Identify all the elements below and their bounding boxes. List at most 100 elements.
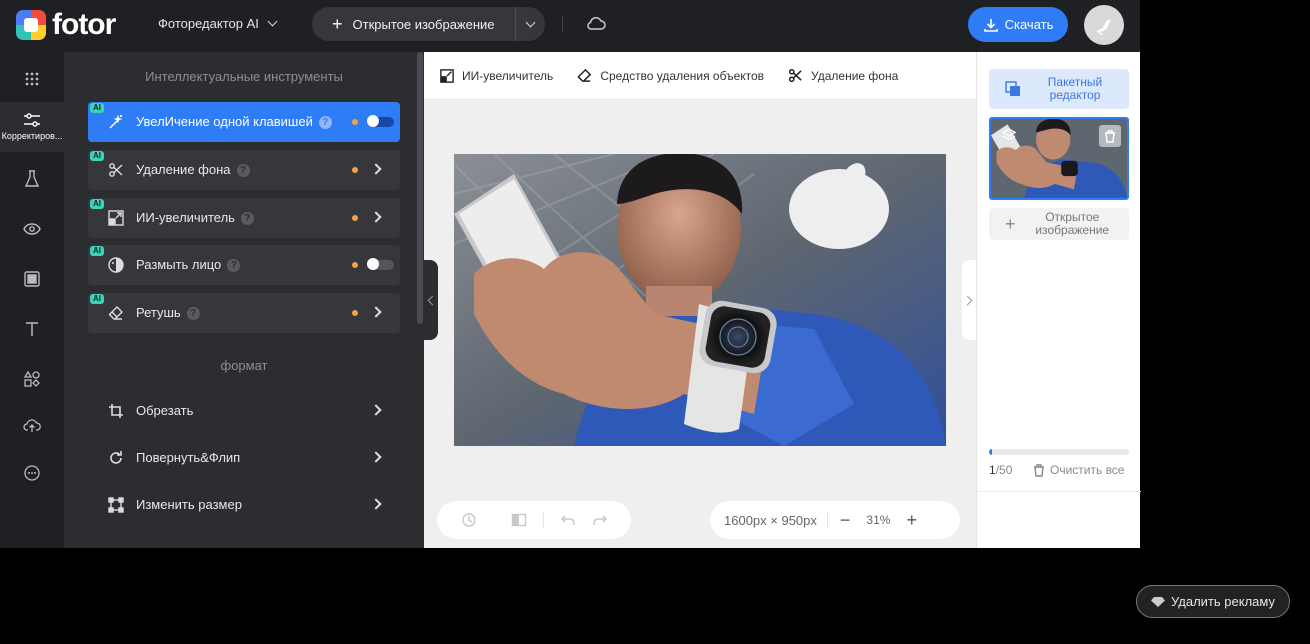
rail-effects[interactable] [0,154,64,204]
tool-ai-enlarger[interactable]: AI ИИ-увеличитель? [88,198,400,238]
open-image-button[interactable]: + Открытое изображение [312,7,516,41]
photo-image [454,154,946,446]
rail-more[interactable] [0,448,64,498]
chevron-right-icon [370,306,382,318]
panel-scrollbar[interactable] [417,52,423,324]
image-thumbnail[interactable] [989,117,1129,200]
format-crop[interactable]: Обрезать [88,391,400,431]
eraser-icon [108,306,123,320]
scissors-icon [109,163,123,177]
logo-text: fotor [52,8,116,41]
crop-icon [109,404,123,418]
tool-panel: Интеллектуальные инструменты AI УвелИчен… [64,52,424,548]
ai-badge: AI [90,294,104,304]
image-count: 1/50 [989,463,1013,477]
zoom-level[interactable]: 31% [866,513,890,527]
tool-one-click-enhance[interactable]: AI УвелИчение одной клавишей? [88,102,400,142]
zoom-controls: 1600px × 950px − 31% + [710,501,960,539]
text-icon [26,322,38,336]
layers-icon[interactable] [999,125,1019,145]
fotor-logo[interactable]: fotor [16,8,116,41]
rail-beauty[interactable] [0,204,64,254]
editor-menu-label: Фоторедактор AI [158,16,259,31]
toolbar-label: Средство удаления объектов [600,68,765,83]
status-dot [352,310,358,316]
divider [826,511,828,529]
tool-blur-face[interactable]: AI Размыть лицо? [88,245,400,285]
rail-adjust[interactable]: Корректиров... [0,102,64,152]
frame-icon [24,271,40,287]
chevron-left-icon [427,295,438,305]
rail-apps[interactable] [0,54,64,104]
tool-retouch[interactable]: AI Ретушь? [88,293,400,333]
fotor-logo-mark [16,10,46,40]
image-size: 1600px × 950px [724,512,817,528]
collapse-panel-tab[interactable] [424,260,438,340]
plus-icon: + [1005,213,1016,234]
undo-icon[interactable] [560,512,576,528]
rail-uploads[interactable] [0,400,64,450]
open-image-dropdown[interactable] [516,17,545,27]
add-image-button[interactable]: + Открытое изображение [989,208,1129,240]
download-icon [983,18,998,32]
help-icon[interactable]: ? [227,259,241,272]
flask-icon [25,170,39,187]
tool-label: Удаление фона? [136,162,250,177]
toggle-switch[interactable] [367,115,394,127]
help-icon[interactable]: ? [240,212,254,225]
add-image-label: Открытое изображение [1035,210,1110,237]
format-label: Повернуть&Флип [136,450,241,465]
zoom-out-button[interactable]: − [840,510,851,531]
zoom-in-button[interactable]: + [906,510,917,531]
history-controls [437,501,631,539]
format-label: Изменить размер [136,497,242,512]
ai-tools-heading: Интеллектуальные инструменты [145,69,343,84]
clear-all-label: Очистить все [1050,463,1125,477]
toolbar-background-remover[interactable]: Удаление фона [788,68,898,83]
redo-icon[interactable] [592,512,608,528]
toolbar-ai-enlarger[interactable]: ИИ-увеличитель [440,69,553,83]
rail-text[interactable] [0,304,64,354]
history-icon[interactable] [461,512,477,528]
help-icon[interactable]: ? [318,116,332,129]
format-rotate-flip[interactable]: Повернуть&Флип [88,438,400,478]
help-icon[interactable]: ? [236,164,250,177]
face-blur-icon [108,257,124,273]
download-button[interactable]: Скачать [968,7,1068,42]
toolbar-label: Удаление фона [811,68,899,83]
rail-active-label: Корректиров... [1,131,63,141]
open-image-group: + Открытое изображение [312,7,545,41]
canvas-area: ИИ-увеличитель Средство удаления объекто… [424,52,976,548]
ai-badge: AI [90,151,104,161]
toggle-switch[interactable] [367,258,394,270]
photo-canvas[interactable] [454,154,946,446]
rail-elements[interactable] [0,354,64,404]
header-divider [562,15,563,33]
chevron-right-icon [370,451,382,463]
compare-icon[interactable] [511,512,527,528]
batch-editor-button[interactable]: Пакетный редактор [989,69,1129,109]
tool-label: Ретушь? [136,305,200,320]
rotate-icon [110,451,122,464]
divider [543,511,544,529]
clear-all-button[interactable]: Очистить все [1033,463,1124,477]
canvas-toolbar: ИИ-увеличитель Средство удаления объекто… [424,52,976,100]
tool-background-remover[interactable]: AI Удаление фона? [88,150,400,190]
editor-menu[interactable]: Фоторедактор AI [158,16,278,31]
enlarge-icon [108,210,124,226]
format-label: Обрезать [136,403,194,418]
trash-icon[interactable] [1099,125,1121,147]
toolbar-object-remover[interactable]: Средство удаления объектов [577,68,764,83]
eye-icon [23,223,41,235]
chevron-right-icon [370,498,382,510]
avatar[interactable] [1084,5,1124,45]
help-icon[interactable]: ? [186,307,200,320]
format-resize[interactable]: Изменить размер [88,485,400,525]
rail-frames[interactable] [0,254,64,304]
remove-ads-button[interactable]: Удалить рекламу [1136,585,1290,618]
cloud-icon[interactable] [585,14,607,37]
left-rail: Корректиров... [0,52,64,548]
chevron-down-icon [525,17,536,27]
status-dot [352,215,358,221]
expand-right-panel-tab[interactable] [962,260,976,340]
